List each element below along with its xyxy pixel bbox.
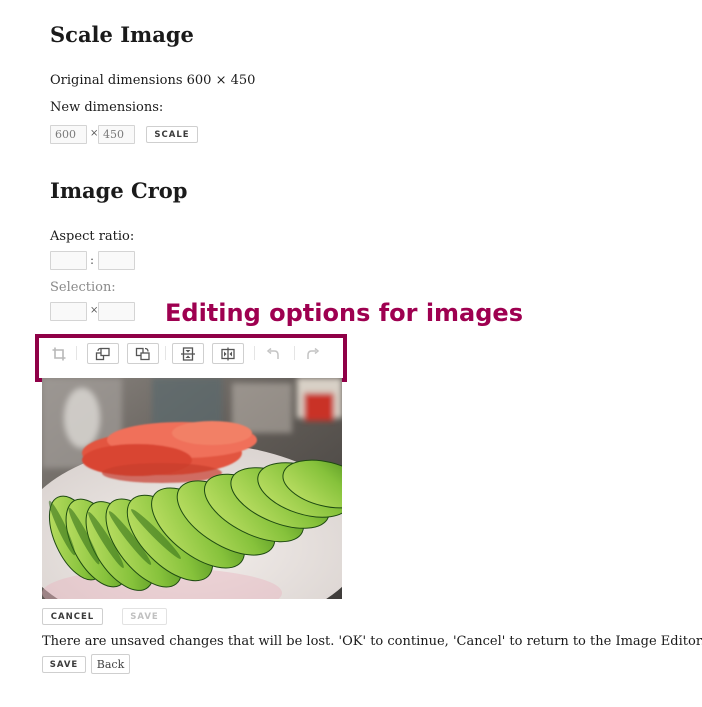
rotate-right-icon — [135, 347, 150, 360]
aspect-ratio-label: Aspect ratio: — [50, 229, 135, 244]
toolbar-separator — [294, 346, 295, 360]
scale-image-title: Scale Image — [50, 22, 194, 47]
confirm-save-button[interactable]: SAVE — [42, 656, 86, 673]
redo-button[interactable] — [302, 343, 324, 364]
scale-width-input[interactable] — [50, 125, 87, 144]
scale-button[interactable]: SCALE — [146, 126, 198, 143]
rotate-left-icon — [95, 347, 110, 360]
crop-icon — [52, 347, 66, 360]
image-preview — [42, 378, 342, 599]
rotate-right-button[interactable] — [127, 343, 159, 364]
editing-options-callout: Editing options for images — [165, 299, 523, 327]
cucumber-tomato-photo — [42, 378, 342, 599]
toolbar-separator — [254, 346, 255, 360]
back-button[interactable]: Back — [91, 654, 130, 674]
flip-vertical-icon — [181, 346, 195, 361]
selection-width-input[interactable] — [50, 302, 87, 321]
save-button-disabled[interactable]: SAVE — [122, 608, 167, 625]
undo-button[interactable] — [262, 343, 284, 364]
aspect-ratio-separator: : — [90, 253, 95, 267]
crop-button[interactable] — [48, 343, 70, 364]
unsaved-changes-message: There are unsaved changes that will be l… — [42, 634, 702, 649]
rotate-left-button[interactable] — [87, 343, 119, 364]
aspect-ratio-height-input[interactable] — [98, 251, 135, 270]
toolbar-separator — [165, 346, 166, 360]
flip-vertical-button[interactable] — [172, 343, 204, 364]
flip-horizontal-button[interactable] — [212, 343, 244, 364]
scale-height-input[interactable] — [98, 125, 135, 144]
undo-icon — [266, 347, 279, 359]
toolbar-separator — [76, 346, 77, 360]
selection-label: Selection: — [50, 280, 116, 295]
cancel-button[interactable]: CANCEL — [42, 608, 103, 625]
flip-horizontal-icon — [221, 347, 235, 360]
redo-icon — [307, 347, 320, 359]
original-dimensions-text: Original dimensions 600 × 450 — [50, 73, 256, 88]
new-dimensions-label: New dimensions: — [50, 100, 164, 115]
aspect-ratio-width-input[interactable] — [50, 251, 87, 270]
image-crop-title: Image Crop — [50, 178, 188, 203]
selection-height-input[interactable] — [98, 302, 135, 321]
